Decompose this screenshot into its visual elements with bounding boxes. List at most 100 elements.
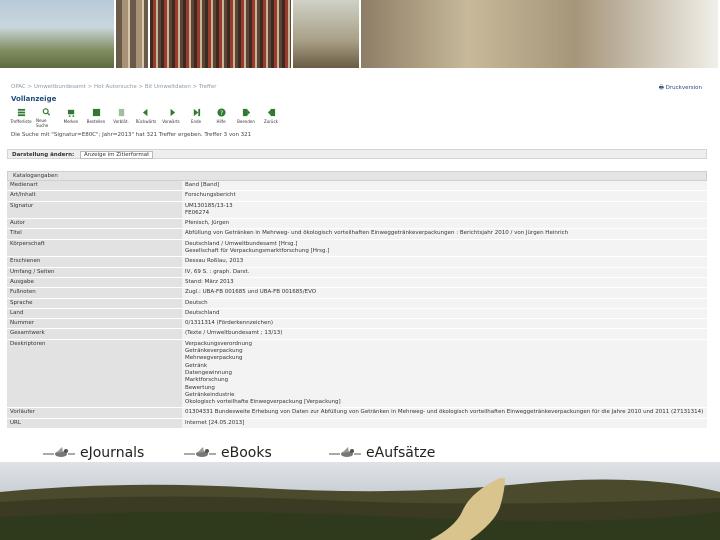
toolbar-button-rueckwaerts[interactable]: Rückwärts: [136, 108, 156, 128]
record-rows: Medienart Band [Band] Art/Inhalt Forschungs…: [7, 181, 707, 430]
exit-icon: [242, 108, 250, 117]
ebooks-label[interactable]: eBooks: [221, 445, 272, 461]
back-icon: [267, 108, 275, 117]
display-format-label: Darstellung ändern:: [12, 152, 75, 158]
field-value-line: (Texte / Umweltbundesamt ; 13/13): [185, 330, 283, 337]
field-value: Deutschland: [182, 308, 707, 319]
table-row: Körperschaft Deutschland / Umweltbundesam…: [7, 239, 707, 258]
field-label: Vorläufer: [7, 408, 182, 418]
opac-screenshot: OPAC > Umweltbundesamt > Hot Autorsuche …: [7, 70, 720, 438]
display-format-select[interactable]: Anzeige im Zitierformat: [79, 151, 154, 159]
field-label-text: Autor: [10, 220, 26, 227]
help-icon: ?: [216, 108, 226, 117]
table-row: Gesamtwerk (Texte / Umweltbundesamt ; 13/…: [7, 329, 707, 340]
field-label: Signatur: [7, 201, 182, 219]
svg-text:?: ?: [219, 110, 222, 117]
toolbar-button-vorblaettern[interactable]: Vorblät.: [111, 108, 131, 128]
field-value-line: Getränkeindustrie: [185, 391, 235, 398]
table-row: Sprache Deutsch: [7, 298, 707, 309]
field-label: Fußnoten: [7, 288, 182, 298]
field-value-line: Band [Band]: [185, 182, 220, 188]
arcade-photo: [116, 0, 151, 68]
eaufsaetze-label[interactable]: eAufsätze: [366, 445, 435, 461]
toolbar-button-neue-suche[interactable]: Neue Suche: [36, 108, 56, 128]
print-label[interactable]: Druckversion: [666, 85, 702, 91]
toolbar-button-vorwaerts[interactable]: Vorwärts: [161, 108, 181, 128]
table-row: Umfang / Seiten IV, 69 S. : graph. Darst.: [7, 267, 707, 278]
print-link[interactable]: 🖶 Druckversion: [659, 84, 702, 93]
field-label-text: Deskriptoren: [10, 340, 46, 347]
arrow-left-icon: [142, 108, 147, 117]
field-value: Deutsch: [182, 298, 707, 308]
field-value: Abfüllung von Getränken in Mehrweg- und …: [182, 229, 707, 239]
field-label-text: URL: [10, 419, 21, 426]
toolbar-button-zurueck[interactable]: Zurück: [261, 108, 281, 128]
field-value: Dessau Roßlau, 2013: [182, 257, 707, 267]
toolbar-label: Vorblät.: [113, 119, 129, 124]
header-photo-banner: [0, 0, 720, 68]
field-value-line: FE06274: [185, 209, 210, 216]
field-label-text: Körperschaft: [10, 240, 45, 247]
field-label-text: Erschienen: [10, 258, 41, 265]
table-row: Fußnoten Zugl.: UBA-FB 001685 und UBA-FB …: [7, 288, 707, 299]
table-row: Vorläufer 01304331 Bundesweite Erhebung v…: [7, 408, 707, 419]
field-label: Land: [7, 308, 182, 319]
field-value: Verpackungsverordnung Getränkeverpackung M…: [182, 339, 707, 408]
ejournals-link[interactable]: eJournals: [42, 445, 144, 461]
toolbar-label: Ende: [190, 119, 202, 124]
field-value-line: Getränk: [185, 362, 208, 369]
field-value: Forschungsbericht: [182, 191, 707, 201]
field-value-line: Bewertung: [185, 384, 215, 391]
field-value-line: Deutschland / Umweltbundesamt [Hrsg.]: [185, 240, 298, 247]
bird-icon: [184, 447, 216, 457]
list-icon: [17, 108, 25, 117]
table-row: Land Deutschland: [7, 308, 707, 320]
field-value-line: Deutschland: [185, 309, 220, 316]
resource-links: eJournals eBooks eAufsätze: [0, 440, 720, 461]
table-row: Signatur UM130185/13-13 FE06274: [7, 201, 707, 220]
toolbar-button-merken[interactable]: Merken: [61, 108, 81, 128]
search-icon: [42, 108, 50, 116]
toolbar-label: Zurück: [264, 119, 278, 124]
toolbar-button-trefferliste[interactable]: Trefferliste: [10, 108, 32, 128]
ejournals-label[interactable]: eJournals: [80, 445, 144, 461]
field-value-line: IV, 69 S. : graph. Darst.: [185, 268, 250, 275]
field-label-text: Fußnoten: [10, 289, 36, 296]
field-value-line: Forschungsbericht: [185, 192, 236, 199]
arrow-end-icon: [193, 108, 200, 117]
reading-room-photo: [292, 0, 361, 68]
arrow-right-icon: [170, 108, 175, 117]
toolbar-button-bestellen[interactable]: Bestellen: [86, 108, 106, 128]
field-label: Körperschaft: [7, 239, 182, 257]
toolbar-button-beenden[interactable]: Beenden: [236, 108, 256, 128]
table-row: Nummer 0/1311314 (Förderkennzeichen): [7, 319, 707, 330]
table-row: Autor Pfenisch, Jürgen: [7, 219, 707, 230]
field-value: Pfenisch, Jürgen: [182, 219, 707, 229]
field-value: Zugl.: UBA-FB 001685 und UBA-FB 001685/E…: [182, 288, 707, 298]
stairs-shelves-photo: [360, 0, 720, 68]
toolbar-button-hilfe[interactable]: ? Hilfe: [211, 108, 231, 128]
field-value-line: Getränkeverpackung: [185, 348, 243, 355]
field-label: Deskriptoren: [7, 339, 182, 408]
table-row: Medienart Band [Band]: [7, 181, 707, 192]
field-value: IV, 69 S. : graph. Darst.: [182, 267, 707, 277]
table-title: Katalogangaben: [7, 171, 707, 181]
toolbar-label: Hilfe: [216, 119, 226, 124]
field-label-text: Ausgabe: [10, 278, 34, 285]
ebooks-link[interactable]: eBooks: [183, 445, 272, 461]
eaufsaetze-link[interactable]: eAufsätze: [328, 445, 435, 461]
field-value: Stand: März 2013: [182, 277, 707, 288]
toolbar-label: Beenden: [237, 119, 255, 124]
toolbar-label: Merken: [63, 119, 79, 124]
field-value-line: 0/1311314 (Förderkennzeichen): [185, 320, 274, 327]
field-label: Medienart: [7, 181, 182, 191]
field-value-line: Pfenisch, Jürgen: [185, 220, 230, 227]
field-value-line: 01304331 Bundesweite Erhebung von Daten …: [185, 409, 704, 416]
field-value: Band [Band]: [182, 181, 707, 191]
table-row: URL Internet [24.05.2013]: [7, 418, 707, 430]
field-value-line: Marktforschung: [185, 377, 229, 384]
field-value-line: Zugl.: UBA-FB 001685 und UBA-FB 001685/E…: [185, 289, 317, 296]
toolbar-button-ende[interactable]: Ende: [186, 108, 206, 128]
toolbar-label: Neue Suche: [36, 118, 49, 128]
field-label-text: Titel: [10, 230, 22, 237]
